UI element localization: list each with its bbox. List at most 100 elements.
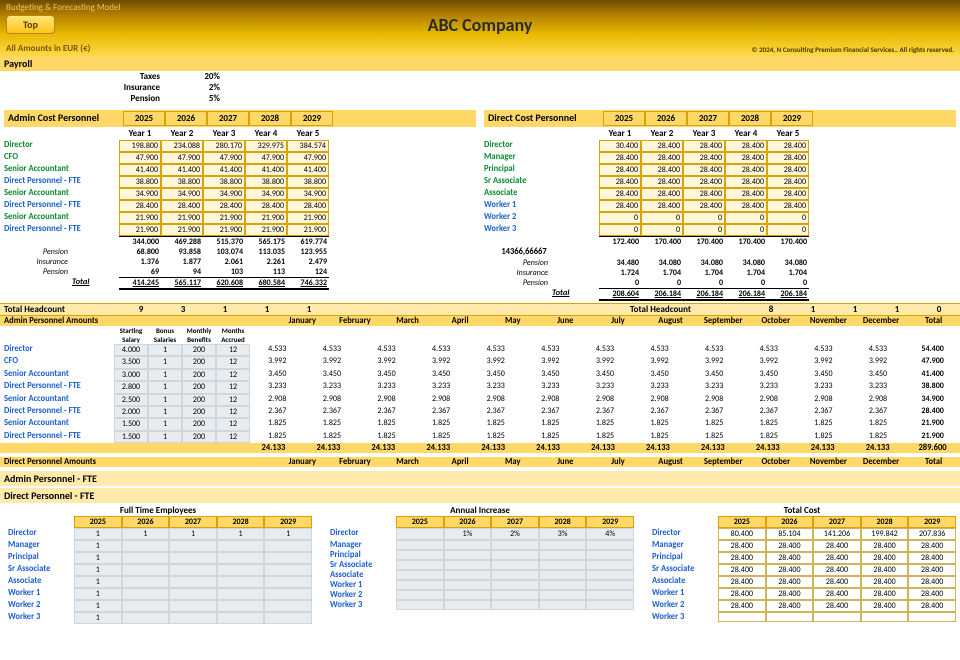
bottom-cell[interactable] xyxy=(217,552,265,564)
cost-cell[interactable]: 28.400 xyxy=(287,200,329,212)
cost-cell[interactable]: 28.400 xyxy=(599,188,641,200)
bottom-cell[interactable]: 1% xyxy=(444,528,492,540)
bottom-cell[interactable] xyxy=(122,540,170,552)
cost-cell[interactable]: 34.900 xyxy=(203,188,245,200)
bottom-cell[interactable] xyxy=(586,590,634,600)
bottom-cell[interactable] xyxy=(491,590,539,600)
cost-cell[interactable]: 47.900 xyxy=(287,152,329,164)
bottom-cell[interactable]: 1 xyxy=(74,576,122,588)
cost-cell[interactable]: 21.900 xyxy=(119,224,161,236)
apa-input[interactable]: 200 xyxy=(182,381,216,393)
apa-input[interactable]: 12 xyxy=(216,344,250,356)
cost-cell[interactable]: 280.170 xyxy=(203,140,245,152)
bottom-cell[interactable] xyxy=(122,612,170,624)
bottom-cell[interactable]: 1 xyxy=(74,552,122,564)
bottom-cell[interactable]: 1 xyxy=(74,528,122,540)
bottom-cell[interactable] xyxy=(122,552,170,564)
bottom-cell[interactable] xyxy=(264,600,312,612)
bottom-cell[interactable] xyxy=(586,570,634,580)
cost-cell[interactable]: 28.400 xyxy=(599,200,641,212)
apa-input[interactable]: 12 xyxy=(216,431,250,443)
apa-input[interactable]: 12 xyxy=(216,369,250,381)
bottom-cell[interactable] xyxy=(539,600,587,610)
apa-input[interactable]: 3.000 xyxy=(114,369,148,381)
cost-cell[interactable]: 0 xyxy=(683,224,725,236)
bottom-cell[interactable] xyxy=(217,576,265,588)
apa-input[interactable]: 12 xyxy=(216,394,250,406)
cost-cell[interactable]: 47.900 xyxy=(203,152,245,164)
apa-input[interactable]: 200 xyxy=(182,431,216,443)
bottom-cell[interactable] xyxy=(539,550,587,560)
cost-cell[interactable]: 41.400 xyxy=(119,164,161,176)
cost-cell[interactable]: 28.400 xyxy=(725,188,767,200)
apa-input[interactable]: 12 xyxy=(216,406,250,418)
cost-cell[interactable]: 28.400 xyxy=(767,152,809,164)
bottom-cell[interactable] xyxy=(169,612,217,624)
bottom-cell[interactable]: 1 xyxy=(74,540,122,552)
bottom-cell[interactable] xyxy=(264,576,312,588)
bottom-cell[interactable] xyxy=(169,540,217,552)
apa-input[interactable]: 1 xyxy=(148,381,182,393)
apa-input[interactable]: 2.000 xyxy=(114,406,148,418)
cost-cell[interactable]: 30.400 xyxy=(599,140,641,152)
bottom-cell[interactable]: 1 xyxy=(169,528,217,540)
bottom-cell[interactable] xyxy=(264,552,312,564)
cost-cell[interactable]: 28.400 xyxy=(245,200,287,212)
bottom-cell[interactable] xyxy=(539,580,587,590)
bottom-cell[interactable] xyxy=(396,580,444,590)
bottom-cell[interactable] xyxy=(122,588,170,600)
bottom-cell[interactable] xyxy=(586,540,634,550)
apa-input[interactable]: 200 xyxy=(182,418,216,430)
bottom-cell[interactable] xyxy=(444,560,492,570)
apa-input[interactable]: 1 xyxy=(148,418,182,430)
cost-cell[interactable]: 41.400 xyxy=(287,164,329,176)
bottom-cell[interactable] xyxy=(122,576,170,588)
cost-cell[interactable]: 28.400 xyxy=(767,164,809,176)
apa-input[interactable]: 1.500 xyxy=(114,431,148,443)
bottom-cell[interactable]: 1 xyxy=(74,588,122,600)
bottom-cell[interactable]: 1 xyxy=(74,600,122,612)
bottom-cell[interactable] xyxy=(217,600,265,612)
bottom-cell[interactable] xyxy=(122,564,170,576)
apa-input[interactable]: 1 xyxy=(148,344,182,356)
cost-cell[interactable]: 28.400 xyxy=(641,176,683,188)
apa-input[interactable]: 1 xyxy=(148,369,182,381)
bottom-cell[interactable] xyxy=(491,560,539,570)
cost-cell[interactable]: 28.400 xyxy=(725,200,767,212)
cost-cell[interactable]: 28.400 xyxy=(641,200,683,212)
bottom-cell[interactable] xyxy=(444,600,492,610)
bottom-cell[interactable] xyxy=(169,600,217,612)
bottom-cell[interactable] xyxy=(169,588,217,600)
apa-input[interactable]: 1.500 xyxy=(114,418,148,430)
apa-input[interactable]: 1 xyxy=(148,356,182,368)
cost-cell[interactable]: 34.900 xyxy=(287,188,329,200)
bottom-cell[interactable] xyxy=(264,612,312,624)
cost-cell[interactable]: 28.400 xyxy=(683,164,725,176)
cost-cell[interactable]: 21.900 xyxy=(119,212,161,224)
apa-input[interactable]: 12 xyxy=(216,381,250,393)
bottom-cell[interactable] xyxy=(217,588,265,600)
cost-cell[interactable]: 28.400 xyxy=(599,176,641,188)
cost-cell[interactable]: 28.400 xyxy=(725,164,767,176)
bottom-cell[interactable] xyxy=(539,560,587,570)
apa-input[interactable]: 1 xyxy=(148,394,182,406)
bottom-cell[interactable] xyxy=(539,540,587,550)
cost-cell[interactable]: 47.900 xyxy=(245,152,287,164)
cost-cell[interactable]: 21.900 xyxy=(245,224,287,236)
cost-cell[interactable]: 28.400 xyxy=(683,200,725,212)
cost-cell[interactable]: 28.400 xyxy=(767,200,809,212)
bottom-cell[interactable] xyxy=(169,564,217,576)
apa-input[interactable]: 200 xyxy=(182,394,216,406)
cost-cell[interactable]: 28.400 xyxy=(641,152,683,164)
apa-input[interactable]: 2.500 xyxy=(114,394,148,406)
bottom-cell[interactable]: 1 xyxy=(217,528,265,540)
cost-cell[interactable]: 21.900 xyxy=(203,212,245,224)
bottom-cell[interactable] xyxy=(396,528,444,540)
cost-cell[interactable]: 28.400 xyxy=(119,200,161,212)
cost-cell[interactable]: 28.400 xyxy=(683,176,725,188)
bottom-cell[interactable] xyxy=(444,580,492,590)
bottom-cell[interactable] xyxy=(491,580,539,590)
cost-cell[interactable]: 384.574 xyxy=(287,140,329,152)
bottom-cell[interactable] xyxy=(491,540,539,550)
cost-cell[interactable]: 0 xyxy=(725,224,767,236)
